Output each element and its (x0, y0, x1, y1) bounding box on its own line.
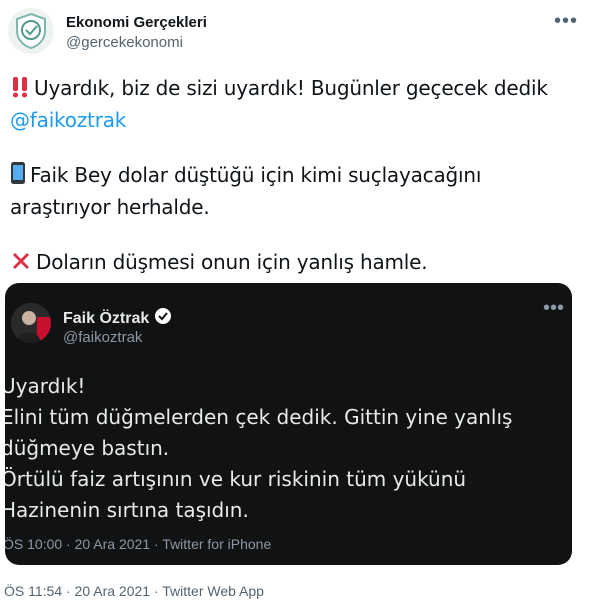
quoted-more-options-icon[interactable]: ••• (543, 297, 564, 320)
quoted-text: Uyardık! Elini tüm düğmelerden çek dedik… (5, 371, 572, 526)
tweet-timestamp[interactable]: ÖS 11:54 · 20 Ara 2021 · Twitter Web App (4, 583, 264, 599)
quoted-author-handle[interactable]: @faikoztrak (63, 329, 142, 346)
quoted-tweet[interactable]: Faik Öztrak @faikoztrak ••• Uyardık! Eli… (5, 283, 572, 565)
mobile-phone-icon (10, 161, 26, 193)
avatar[interactable] (8, 8, 54, 54)
more-options-icon[interactable]: ••• (554, 10, 578, 33)
author-handle[interactable]: @gercekekonomi (66, 34, 183, 51)
tweet-line-1: Uyardık, biz de sizi uyardık! Bugünler g… (34, 76, 548, 100)
shield-logo-icon (16, 12, 46, 50)
tweet-text: Uyardık, biz de sizi uyardık! Bugünler g… (10, 74, 570, 306)
quoted-line: düğmeye bastın. (5, 436, 170, 460)
quoted-line: Örtülü faiz artışının ve kur riskinin tü… (5, 467, 467, 491)
quoted-line: Hazinenin sırtına taşıdın. (5, 498, 249, 522)
verified-badge-icon (154, 307, 172, 330)
quoted-timestamp[interactable]: ÖS 10:00 · 20 Ara 2021 · Twitter for iPh… (5, 536, 271, 552)
red-cross-icon (10, 250, 32, 280)
quoted-line: Elini tüm düğmelerden çek dedik. Gittin … (5, 405, 513, 429)
quoted-avatar[interactable] (11, 303, 51, 343)
quoted-author-name[interactable]: Faik Öztrak (63, 307, 172, 330)
quoted-name-text: Faik Öztrak (63, 309, 150, 327)
tweet-line-2: Faik Bey dolar düştüğü için kimi suçlaya… (10, 163, 482, 219)
quoted-line: Uyardık! (5, 374, 86, 398)
mention-link[interactable]: @faikoztrak (10, 108, 126, 132)
tweet-line-3: Doların düşmesi onun için yanlış hamle. (36, 250, 428, 274)
double-exclamation-icon (10, 76, 30, 106)
author-name[interactable]: Ekonomi Gerçekleri (66, 14, 207, 31)
